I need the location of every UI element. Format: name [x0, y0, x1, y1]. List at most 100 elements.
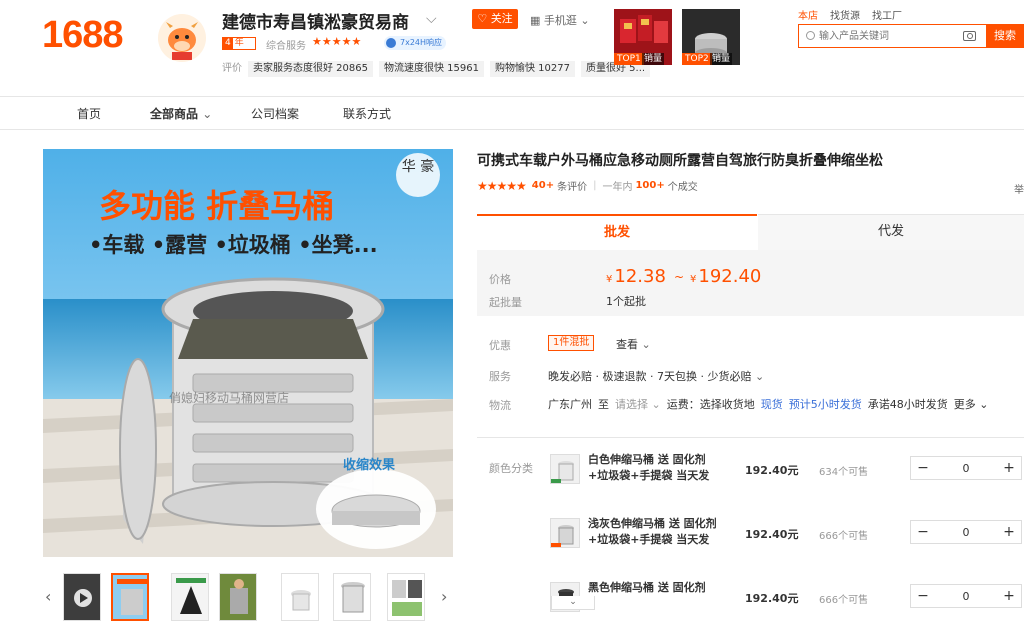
top-sales-tag: 销量: [642, 53, 665, 65]
service-guarantees[interactable]: 晚发必赔 · 极速退款 · 7天包换 · 少货必赔 ⌄: [548, 368, 764, 384]
review-count[interactable]: 40+: [532, 180, 554, 191]
rating-stars: ★★★★★: [477, 178, 527, 193]
section-divider: [477, 437, 1024, 438]
quantity-input[interactable]: [939, 523, 993, 541]
destination-select[interactable]: 请选择 ⌄: [615, 396, 661, 412]
promo-view-label: 查看: [616, 338, 638, 351]
camera-icon[interactable]: [963, 31, 976, 41]
plus-icon[interactable]: +: [997, 457, 1021, 479]
thumbnail-strip: ‹ ›: [43, 571, 453, 624]
search-tab-source[interactable]: 找货源: [830, 7, 860, 22]
thumbnail-image: [172, 574, 208, 620]
ship-estimate: 预计5小时发货: [788, 398, 862, 411]
shop-header: 1688 建德市寿昌镇淞豪贸易商 ⌵ ♡ 关注 ▦ 手机逛 ⌄ 4 年 综合服务…: [0, 0, 1024, 97]
service-label: 综合服务: [266, 41, 306, 52]
sku-stock: 666个可售: [819, 531, 869, 542]
top-rank-tag: TOP1: [614, 53, 644, 65]
minus-icon[interactable]: −: [911, 457, 935, 479]
divider: |: [593, 180, 597, 191]
sku-image: [551, 519, 579, 547]
chevron-down-icon: ⌄: [580, 14, 590, 27]
chevron-right-icon[interactable]: ›: [441, 587, 447, 606]
thumbnail-image: [334, 574, 370, 620]
follow-button[interactable]: ♡ 关注: [472, 9, 518, 29]
thumbnail[interactable]: [111, 573, 149, 621]
quantity-input[interactable]: [939, 459, 993, 477]
response-badge: 7x24H响应: [384, 36, 447, 50]
thumbnail-image: [113, 575, 147, 619]
mobile-browse-button[interactable]: ▦ 手机逛 ⌄: [530, 12, 590, 28]
thumbnail[interactable]: [63, 573, 101, 621]
ship-from: 广东广州: [548, 398, 592, 411]
chevron-left-icon[interactable]: ‹: [45, 587, 51, 606]
thumbnail[interactable]: [387, 573, 425, 621]
chevron-down-icon[interactable]: ⌵: [426, 11, 437, 27]
ship-to-label: 至: [598, 398, 609, 411]
shipping-fee: 运费：选择收货地: [666, 398, 755, 411]
in-stock-label: 现货: [760, 398, 783, 411]
sku-price: 192.40元: [745, 592, 799, 605]
product-title: 可携式车载户外马桶应急移动厕所露营自驾旅行防臭折叠伸缩坐松: [477, 153, 883, 169]
sku-expand-button[interactable]: ⌄: [551, 596, 595, 610]
logistics-more-button[interactable]: 更多 ⌄: [954, 396, 989, 412]
shop-nav: 首页 全部商品 ⌄ 公司档案 联系方式: [0, 97, 1024, 130]
tab-dropship[interactable]: 代发: [758, 214, 1024, 250]
yearly-count: 100+: [635, 180, 665, 191]
top-product-1[interactable]: TOP1 销量: [614, 9, 672, 65]
image-subline: •车载 •露营 •垃圾桶 •坐凳...: [89, 233, 378, 257]
ship-promise: 承诺48小时发货: [867, 398, 948, 411]
heart-icon: ♡: [477, 12, 488, 25]
shop-avatar[interactable]: [158, 14, 206, 62]
tab-wholesale[interactable]: 批发: [477, 214, 757, 250]
nav-contact[interactable]: 联系方式: [343, 105, 391, 122]
search-tab-shop[interactable]: 本店: [798, 7, 818, 22]
price-label: 价格: [489, 273, 511, 286]
thumbnail[interactable]: [171, 573, 209, 621]
eval-chip[interactable]: 卖家服务态度很好 20865: [248, 61, 373, 77]
thumbnail[interactable]: [281, 573, 319, 621]
search-tab-factory[interactable]: 找工厂: [872, 7, 902, 22]
thumbnail[interactable]: [333, 573, 371, 621]
eval-chip[interactable]: 物流速度很快 15961: [379, 61, 484, 77]
top-product-2[interactable]: TOP2 销量: [682, 9, 740, 65]
years-number: 4: [223, 38, 233, 49]
yearly-label: 一年内: [602, 182, 633, 193]
nav-all-products[interactable]: 全部商品 ⌄: [150, 105, 212, 122]
report-link[interactable]: 举: [1014, 181, 1024, 196]
promo-label: 优惠: [489, 339, 511, 352]
quantity-input[interactable]: [939, 587, 993, 605]
yearly-suffix: 个成交: [667, 182, 698, 193]
nav-company-profile[interactable]: 公司档案: [251, 105, 299, 122]
sku-thumbnail[interactable]: [550, 518, 580, 548]
review-suffix[interactable]: 条评价: [557, 178, 587, 193]
nav-home[interactable]: 首页: [77, 105, 101, 122]
search-input[interactable]: [805, 28, 955, 44]
search-button[interactable]: 搜索: [986, 24, 1024, 48]
shop-name[interactable]: 建德市寿昌镇淞豪贸易商: [222, 8, 409, 33]
plus-icon[interactable]: +: [997, 521, 1021, 543]
image-headline: 多功能 折叠马桶: [99, 187, 335, 225]
search-box: [798, 24, 986, 48]
top-sales-tag: 销量: [710, 53, 733, 65]
destination-select-label: 请选择: [615, 398, 648, 411]
follow-label: 关注: [490, 12, 513, 25]
price-separator: ~: [674, 270, 685, 284]
eval-chip[interactable]: 购物愉快 10277: [490, 61, 575, 77]
thumbnail[interactable]: [219, 573, 257, 621]
sku-thumbnail[interactable]: [550, 454, 580, 484]
minus-icon[interactable]: −: [911, 521, 935, 543]
chevron-down-icon: ⌄: [651, 398, 661, 411]
currency-symbol: ¥: [690, 274, 697, 285]
shrink-effect-badge: 收缩效果: [343, 458, 396, 473]
service-guarantees-text: 晚发必赔 · 极速退款 · 7天包换 · 少货必赔: [548, 370, 752, 383]
plus-icon[interactable]: +: [997, 585, 1021, 607]
site-logo[interactable]: 1688: [42, 14, 124, 57]
sku-name: 浅灰色伸缩马桶 送 固化剂+垃圾袋+手提袋 当天发: [588, 517, 717, 546]
top-rank-tag: TOP2: [682, 53, 712, 65]
product-main-image[interactable]: 多功能 折叠马桶 •车载 •露营 •垃圾桶 •坐凳... 华 豪 收缩效果 俏媳…: [43, 149, 453, 557]
promo-tag: 1件混批: [548, 335, 595, 351]
sku-name: 白色伸缩马桶 送 固化剂+垃圾袋+手提袋 当天发: [588, 453, 710, 482]
sku-price: 192.40元: [745, 528, 799, 541]
minus-icon[interactable]: −: [911, 585, 935, 607]
promo-view-button[interactable]: 查看 ⌄: [616, 336, 651, 352]
